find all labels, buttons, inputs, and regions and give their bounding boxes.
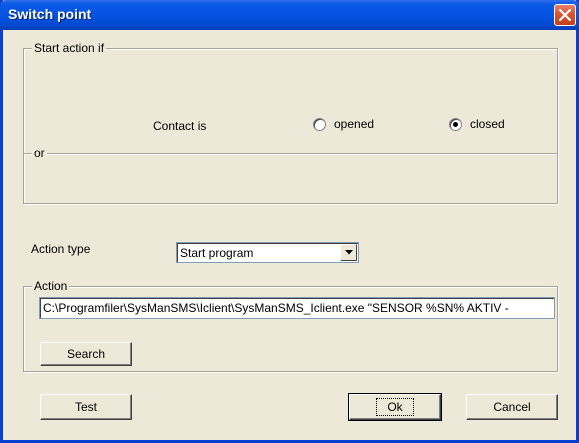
- test-button[interactable]: Test: [40, 394, 132, 420]
- action-command-input[interactable]: C:\Programfiler\SysManSMS\Iclient\SysMan…: [39, 297, 555, 319]
- or-label: or: [32, 146, 47, 160]
- search-button-label: Search: [66, 347, 106, 361]
- radio-opened-label: opened: [334, 117, 375, 131]
- window-title: Switch point: [8, 6, 92, 22]
- or-divider: [24, 153, 557, 155]
- radio-closed-indicator[interactable]: [449, 117, 462, 131]
- action-type-select[interactable]: Start program: [176, 242, 359, 263]
- dropdown-arrow-button[interactable]: [340, 244, 357, 261]
- search-button[interactable]: Search: [40, 342, 132, 366]
- action-type-label: Action type: [31, 242, 91, 256]
- radio-closed-label: closed: [470, 117, 505, 131]
- close-button[interactable]: [554, 4, 576, 26]
- radio-opened-indicator[interactable]: [313, 117, 326, 131]
- radio-closed[interactable]: closed: [449, 117, 505, 131]
- test-button-label: Test: [74, 400, 97, 414]
- close-icon: [559, 9, 571, 21]
- ok-button[interactable]: Ok: [348, 393, 442, 421]
- cancel-button[interactable]: Cancel: [466, 394, 558, 420]
- ok-button-label: Ok: [376, 398, 414, 416]
- contact-label: Contact is: [153, 119, 207, 133]
- dialog-window: Switch point Start action if or Contact …: [0, 0, 579, 443]
- chevron-down-icon: [344, 250, 353, 255]
- title-bar[interactable]: Switch point: [0, 0, 579, 30]
- radio-opened[interactable]: opened: [313, 117, 374, 131]
- cancel-button-label: Cancel: [493, 400, 531, 414]
- action-legend: Action: [32, 279, 70, 293]
- action-type-value: Start program: [180, 246, 254, 260]
- start-action-legend: Start action if: [32, 41, 107, 55]
